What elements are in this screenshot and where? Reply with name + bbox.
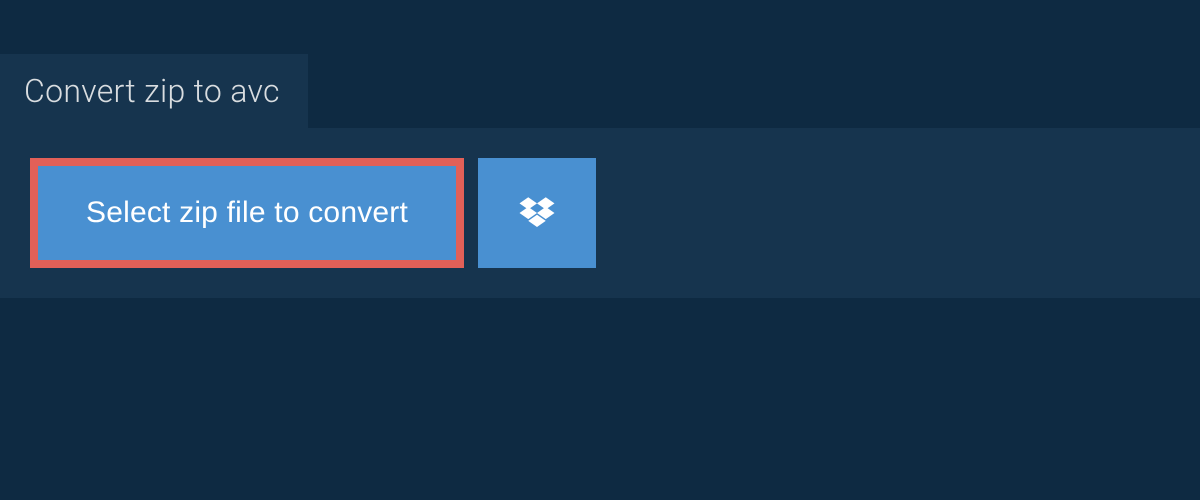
tab-header: Convert zip to avc — [0, 54, 308, 128]
button-row: Select zip file to convert — [30, 158, 1170, 268]
select-file-button[interactable]: Select zip file to convert — [38, 166, 456, 260]
dropbox-button[interactable] — [478, 158, 596, 268]
page-title: Convert zip to avc — [24, 72, 280, 110]
dropbox-icon — [516, 192, 558, 234]
upload-panel: Select zip file to convert — [0, 128, 1200, 298]
select-file-highlight: Select zip file to convert — [30, 158, 464, 268]
select-file-label: Select zip file to convert — [86, 196, 408, 229]
